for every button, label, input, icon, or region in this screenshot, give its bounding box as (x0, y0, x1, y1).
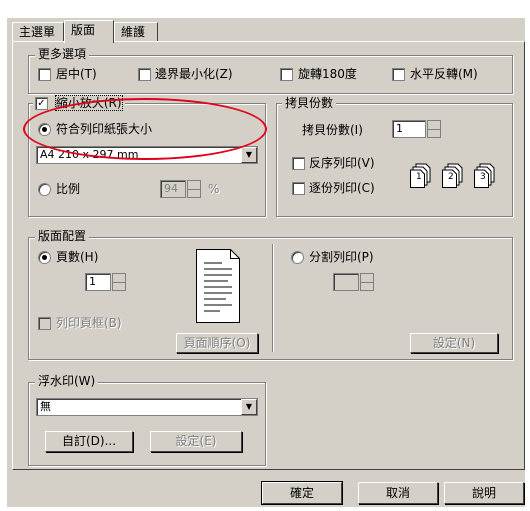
center-label: 居中(T) (56, 67, 97, 81)
pages-value: 1 (89, 275, 96, 288)
split-print-label: 分割列印(P) (309, 250, 374, 264)
mirror-checkbox[interactable] (392, 68, 405, 81)
watermark-custom-button[interactable]: 自訂(D)... (45, 431, 133, 452)
mirror-label: 水平反轉(M) (410, 67, 478, 81)
watermark-title: 浮水印(W) (35, 374, 99, 388)
paper-size-dropdown-button[interactable]: ▼ (241, 147, 257, 163)
split-settings-button[interactable]: 設定(N) (410, 333, 498, 353)
copies-value: 1 (396, 122, 403, 135)
fit-to-page-radio[interactable] (38, 123, 51, 136)
print-border-checkbox[interactable] (38, 317, 51, 330)
ok-button[interactable]: 確定 (262, 482, 342, 504)
collate-label: 逐份列印(C) (309, 181, 375, 195)
copies-input[interactable]: 1 (392, 120, 426, 138)
reduce-enlarge-row: ✓ 縮小放大(R) (33, 95, 125, 111)
rotate180-label: 旋轉180度 (298, 67, 357, 81)
center-checkbox[interactable] (38, 68, 51, 81)
rotate180-checkbox[interactable] (280, 68, 293, 81)
ratio-label: 比例 (56, 182, 81, 196)
collate-pages-svg (410, 163, 495, 188)
tab-main-label: 主選單 (19, 25, 56, 39)
collate-pages-icon (410, 160, 510, 191)
watermark-dropdown-button[interactable]: ▼ (241, 399, 257, 415)
radio-dot-icon (42, 127, 47, 132)
tab-maintenance[interactable]: 維護 (114, 22, 158, 42)
collate-checkbox[interactable] (292, 182, 305, 195)
reduce-enlarge-label: 縮小放大(R) (54, 95, 123, 111)
help-button[interactable]: 說明 (444, 482, 524, 504)
split-input[interactable] (333, 273, 359, 291)
chevron-down-icon: ▼ (245, 150, 253, 159)
layout-title: 版面配置 (35, 229, 90, 243)
page-order-button[interactable]: 頁面順序(O) (176, 333, 258, 353)
reverse-order-label: 反序列印(V) (309, 156, 375, 170)
watermark-value: 無 (40, 400, 51, 413)
cancel-button[interactable]: 取消 (358, 482, 438, 504)
layout-divider (272, 244, 274, 352)
pages-radio[interactable] (38, 251, 51, 264)
watermark-group (28, 382, 266, 466)
split-print-radio[interactable] (291, 251, 304, 264)
radio-dot-icon (42, 255, 47, 260)
tab-maintenance-label: 維護 (121, 25, 146, 39)
copies-label: 拷貝份數(I) (302, 123, 363, 137)
more-options-title: 更多選項 (35, 47, 90, 61)
pages-label: 頁數(H) (56, 250, 99, 264)
ratio-value: 94 (164, 182, 178, 195)
ratio-spinner[interactable] (187, 180, 201, 198)
split-spinner[interactable] (360, 273, 374, 291)
collate-page-number-3: 3 (480, 172, 486, 182)
min-margin-label: 邊界最小化(Z) (155, 67, 233, 81)
collate-page-number-2: 2 (448, 172, 454, 182)
print-border-label: 列印頁框(B) (56, 316, 122, 330)
ratio-radio[interactable] (38, 183, 51, 196)
paper-size-select[interactable]: A4 210 x 297 mm (36, 146, 258, 164)
fit-to-page-label: 符合列印紙張大小 (56, 122, 153, 136)
watermark-select[interactable]: 無 (36, 398, 258, 416)
reverse-order-checkbox[interactable] (292, 157, 305, 170)
pages-spinner[interactable] (112, 273, 126, 291)
chevron-down-icon: ▼ (245, 402, 253, 411)
copies-title: 拷貝份數 (282, 96, 337, 110)
copies-spinner[interactable] (427, 120, 441, 138)
reduce-enlarge-checkbox[interactable]: ✓ (35, 97, 48, 110)
watermark-settings-button[interactable]: 設定(E) (150, 431, 242, 452)
ratio-unit: % (208, 182, 220, 196)
pages-input[interactable]: 1 (85, 273, 111, 291)
page-preview-icon (196, 249, 240, 326)
tab-page-layout-label: 版面 (71, 23, 96, 37)
page-preview-svg (196, 249, 240, 323)
tab-main[interactable]: 主選單 (12, 22, 64, 42)
tab-page-layout[interactable]: 版面 (64, 20, 114, 43)
min-margin-checkbox[interactable] (138, 68, 151, 81)
paper-size-value: A4 210 x 297 mm (40, 148, 139, 161)
ratio-input[interactable]: 94 (160, 180, 186, 198)
collate-page-number-1: 1 (416, 172, 422, 182)
